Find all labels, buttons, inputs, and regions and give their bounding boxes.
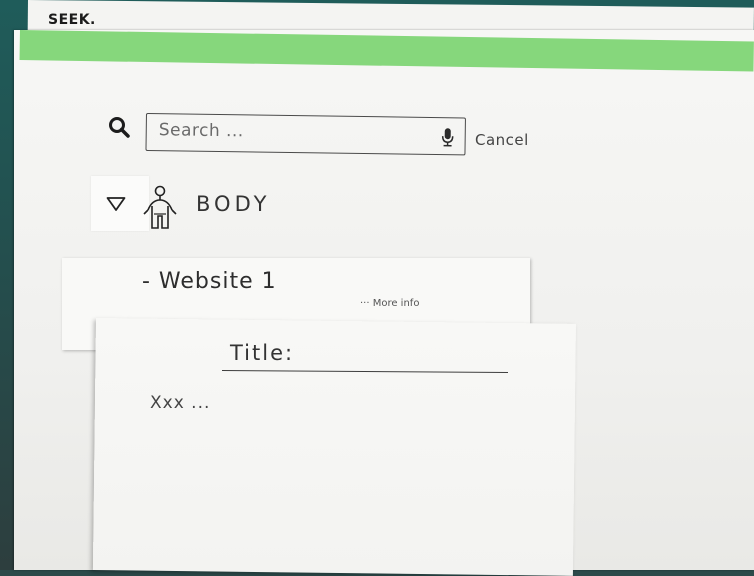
- cancel-button[interactable]: Cancel: [475, 131, 529, 149]
- search-input[interactable]: Search ...: [145, 113, 465, 155]
- triangle-down-icon: [106, 196, 126, 212]
- search-placeholder: Search ...: [159, 120, 244, 141]
- app-brand: SEEK.: [48, 12, 96, 28]
- detail-body-text: Xxx ...: [150, 393, 210, 413]
- body-figure-icon: [140, 184, 180, 234]
- category-label[interactable]: BODY: [196, 192, 270, 216]
- search-icon[interactable]: [107, 115, 131, 139]
- detail-title: Title:: [230, 341, 294, 365]
- mic-icon[interactable]: [441, 127, 455, 147]
- result-title[interactable]: - Website 1: [142, 269, 277, 294]
- more-info-link[interactable]: ··· More info: [360, 298, 419, 309]
- detail-panel: [93, 318, 576, 576]
